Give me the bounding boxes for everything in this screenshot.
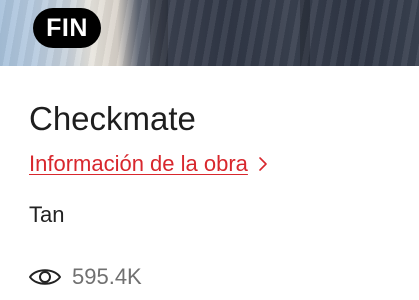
chevron-right-icon (259, 157, 267, 171)
cover-image[interactable]: FIN (0, 0, 419, 66)
view-count: 595.4K (28, 263, 142, 291)
completed-badge: FIN (33, 8, 101, 48)
eye-icon (29, 269, 61, 285)
work-info-label: Información de la obra (29, 151, 248, 176)
author-name: Tan (29, 202, 65, 227)
work-info-link[interactable]: Información de la obra (29, 150, 268, 178)
views-count: 595.4K (72, 264, 142, 289)
cover-shadow (300, 0, 310, 66)
series-title: Checkmate (29, 100, 196, 137)
cover-shadow (150, 0, 168, 66)
